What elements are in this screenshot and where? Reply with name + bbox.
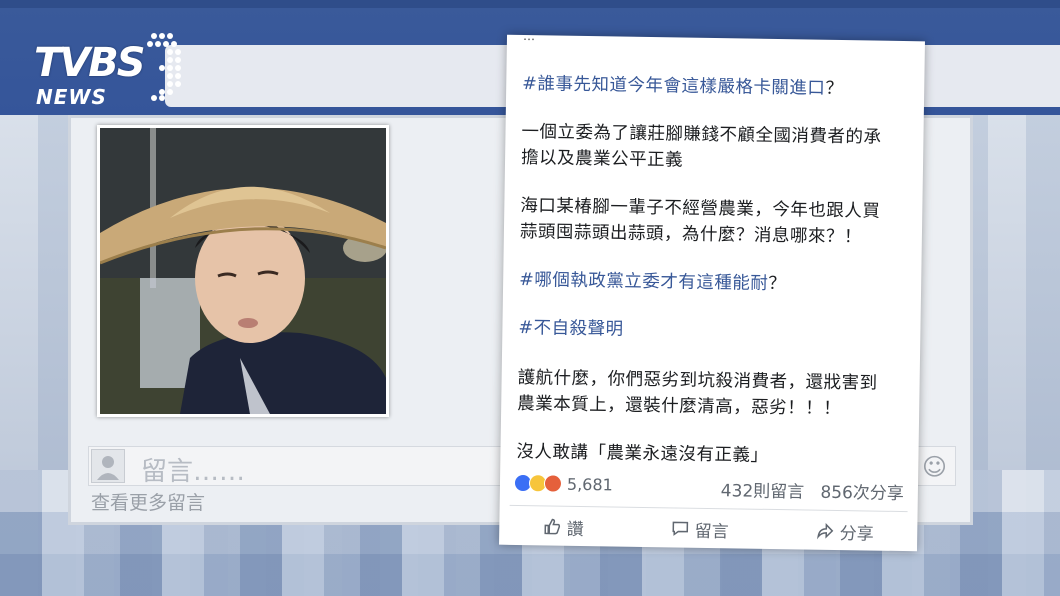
hashtag-link[interactable]: #不自殺聲明 <box>518 318 623 340</box>
post-line: #誰事先知道今年會這樣嚴格卡關進口？ <box>522 73 844 100</box>
share-button[interactable]: 分享 <box>816 516 874 547</box>
post-line: 沒人敢講「農業永遠沒有正義」 <box>516 441 769 466</box>
profile-photo[interactable] <box>100 128 386 414</box>
facebook-post-screenshot: … #誰事先知道今年會這樣嚴格卡關進口？ 一個立委為了讓莊腳賺錢不顧全國消費者的… <box>499 29 925 552</box>
hashtag-link[interactable]: #誰事先知道今年會這樣嚴格卡關進口 <box>522 74 825 99</box>
truncated-text: … <box>522 29 536 44</box>
reactions-count: 5,681 <box>566 474 613 494</box>
post-actions: 讚 留言 分享 <box>499 511 917 548</box>
shares-count-link[interactable]: 856次分享 <box>820 483 904 504</box>
thumbs-up-icon <box>543 518 560 535</box>
view-more-comments-link[interactable]: 查看更多留言 <box>91 488 205 515</box>
post-line: #不自殺聲明 <box>518 314 624 341</box>
post-line: #哪個執政黨立委才有這種能耐？ <box>519 269 787 295</box>
comment-button-label: 留言 <box>694 521 729 542</box>
tvbs-news-logo: TVBS NEWS <box>34 30 194 110</box>
comments-count-link[interactable]: 432則留言 <box>721 481 805 502</box>
like-button-label: 讚 <box>566 519 584 540</box>
person-with-straw-hat-image <box>100 128 386 414</box>
user-avatar-icon <box>91 449 125 483</box>
post-line: 農業本質上，還裝什麼清高，惡劣！！！ <box>517 393 842 420</box>
comment-bubble-icon <box>671 521 688 536</box>
share-arrow-icon <box>816 522 833 540</box>
comment-placeholder[interactable]: 留言…… <box>141 451 245 488</box>
reactions-summary[interactable]: 5,681 <box>513 473 613 495</box>
angry-reaction-icon <box>543 474 563 493</box>
comment-button[interactable]: 留言 <box>671 513 729 544</box>
post-line: 蒜頭囤蒜頭出蒜頭，為什麼？消息哪來？！ <box>519 221 863 248</box>
logo-subbrand: NEWS <box>36 85 107 109</box>
logo-dots-icon <box>147 33 181 101</box>
emoji-smile-icon[interactable]: ☺ <box>922 453 947 481</box>
like-button[interactable]: 讚 <box>543 511 584 542</box>
post-line: 擔以及農業公平正義 <box>520 147 684 171</box>
header-topline <box>0 0 1060 8</box>
profile-photo-frame <box>97 125 389 417</box>
post-stats: 432則留言 856次分享 <box>721 476 904 504</box>
background-mosaic <box>0 554 1060 596</box>
share-button-label: 分享 <box>839 523 874 545</box>
hashtag-link[interactable]: #哪個執政黨立委才有這種能耐 <box>519 270 768 294</box>
